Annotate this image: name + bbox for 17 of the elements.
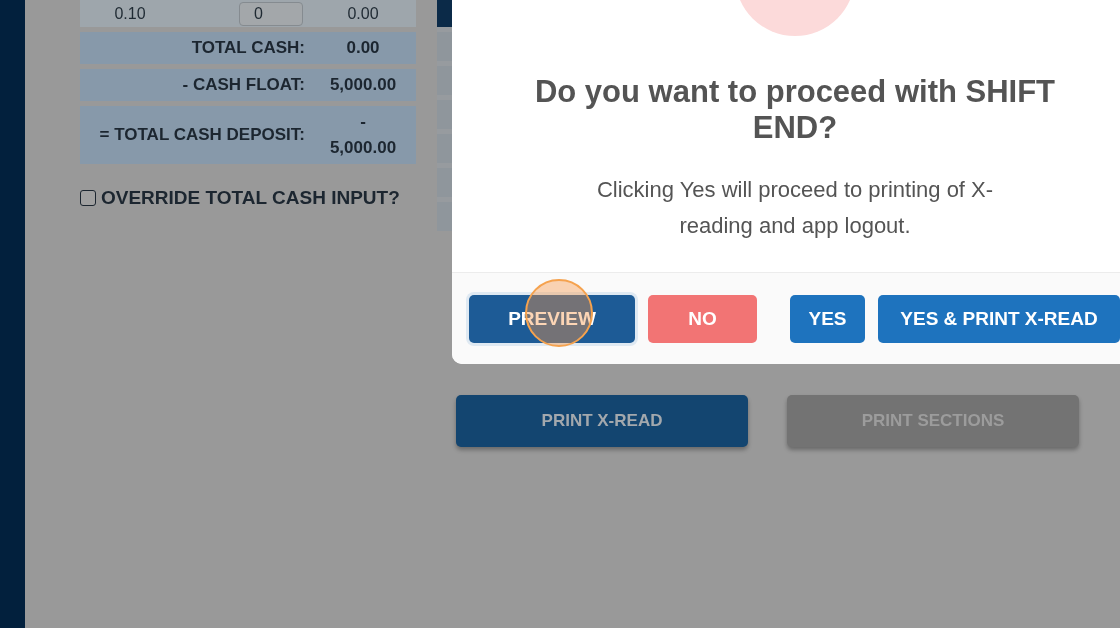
checkbox[interactable] [80, 190, 96, 207]
checkbox-label: OVERRIDE TOTAL CASH INPUT? [101, 186, 400, 210]
total-label: = TOTAL CASH DEPOSIT: [98, 124, 306, 146]
count-input[interactable]: 0 [239, 1, 303, 26]
dialog-button[interactable]: YES & PRINT X-READ [878, 295, 1120, 343]
denomination-text: 0.10 [113, 3, 147, 24]
total-value: 5,000.00 [328, 74, 398, 96]
total-label: - CASH FLOAT: [181, 74, 306, 96]
total-label: TOTAL CASH: [190, 37, 306, 59]
total-value: 0.00 [345, 37, 381, 59]
dialog-button[interactable]: NO [648, 295, 757, 343]
dialog-title: Do you want to proceed with SHIFT END? [533, 74, 1057, 146]
total-value: - 5,000.00 [328, 111, 398, 159]
dialog-button[interactable]: YES [790, 295, 865, 343]
action-button[interactable]: PRINT X-READ [456, 395, 748, 447]
dialog-message: Clicking Yes will proceed to printing of X-reading and app logout. [595, 176, 995, 240]
amount-text: 0.00 [346, 3, 380, 24]
